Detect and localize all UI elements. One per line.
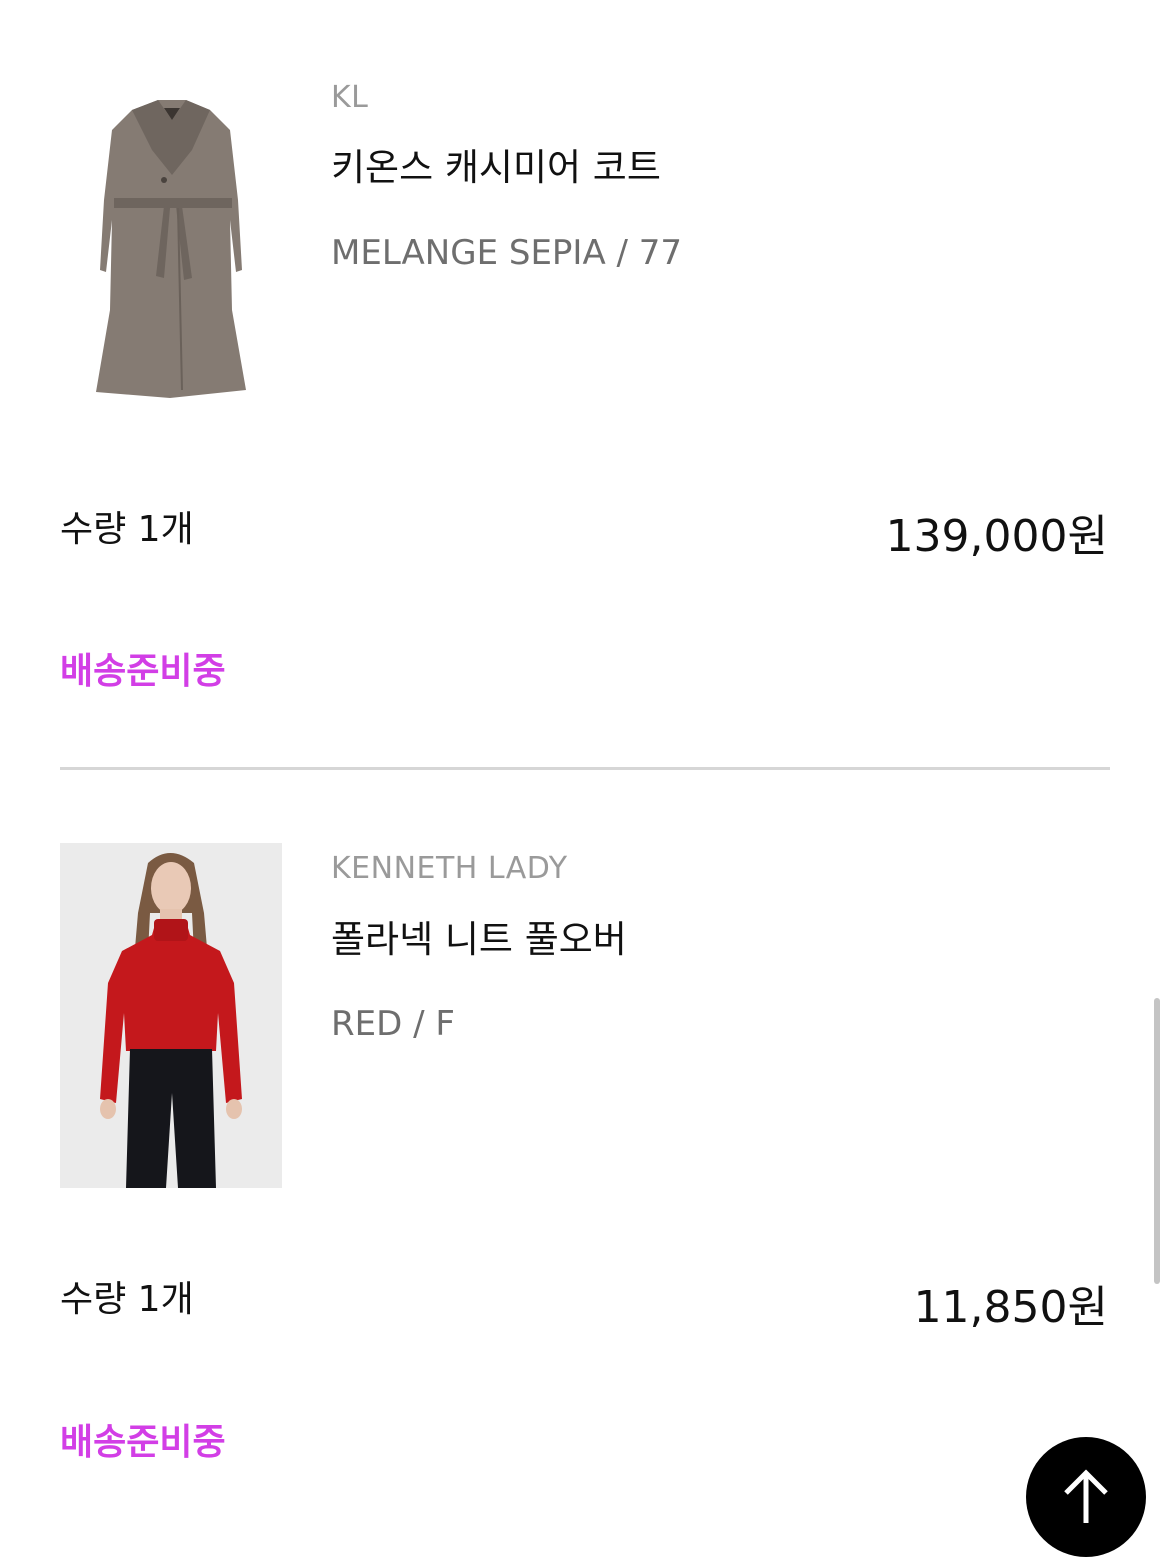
scrollbar-thumb[interactable] bbox=[1154, 998, 1160, 1284]
shipping-status: 배송준비중 bbox=[60, 1422, 226, 1463]
price-label: 11,850원 bbox=[913, 1282, 1108, 1333]
arrow-up-icon bbox=[1064, 1469, 1108, 1523]
order-item: KENNETH LADY 폴라넥 니트 풀오버 RED / F 수량 1개 11… bbox=[0, 0, 1170, 1523]
product-name[interactable]: 폴라넥 니트 풀오버 bbox=[331, 909, 627, 963]
product-brand: KENNETH LADY bbox=[331, 851, 568, 886]
scroll-to-top-button[interactable] bbox=[1026, 1437, 1146, 1557]
product-option: RED / F bbox=[331, 1004, 455, 1044]
quantity-label: 수량 1개 bbox=[60, 1279, 194, 1320]
product-image-knit[interactable] bbox=[60, 843, 282, 1188]
